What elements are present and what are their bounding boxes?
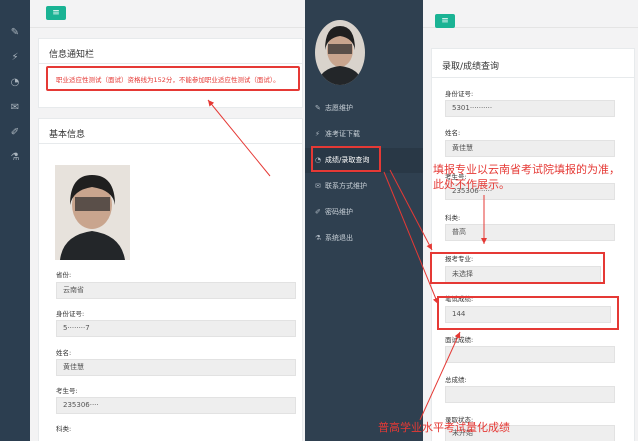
basic-info-title: 基本信息 (49, 130, 86, 140)
edit-icon: ✐ (315, 208, 321, 216)
left-sidebar: ✎ ⚡ ◔ ✉ ✐ ⚗ (0, 0, 30, 441)
flash-icon: ⚡ (315, 130, 320, 138)
pie-icon[interactable]: ◔ (0, 70, 30, 95)
nav-highlight-box (311, 146, 381, 172)
field-label: 总成绩: (445, 376, 467, 384)
edit-icon[interactable]: ✐ (0, 120, 30, 145)
exam-number-field: 235306···· (56, 397, 296, 414)
major-highlight-box (430, 252, 605, 284)
score-highlight-box (437, 296, 619, 330)
nav-sidebar: ✎ 志愿维护 ⚡ 准考证下载 ◔ 成绩/录取查询 ✉ 联系方式维护 ✐ 密码维护 ⚗ 系统退… (305, 0, 423, 441)
query-title: 录取/成绩查询 (442, 62, 500, 72)
field-label: 身份证号: (56, 310, 85, 318)
top-bar: ≡ (423, 0, 638, 28)
field-label: 姓名: (56, 349, 72, 357)
query-interview-score-field (445, 346, 615, 363)
field-label: 科类: (445, 214, 461, 222)
nav-item-admission-ticket[interactable]: ⚡ 准考证下载 (305, 122, 423, 147)
id-number-field: 5········7 (56, 320, 296, 337)
screenshot-root: ✎ ⚡ ◔ ✉ ✐ ⚗ ≡ 信息通知栏 基本信息 职业适应性测试（面试）资格线为… (0, 0, 638, 441)
query-total-score-field (445, 386, 615, 403)
mail-icon[interactable]: ✉ (0, 95, 30, 120)
notice-message: 职业适应性测试（面试）资格线为152分，不能参加职业适应性测试（面试）。 (56, 76, 280, 84)
nav-item-contact[interactable]: ✉ 联系方式维护 (305, 174, 423, 199)
top-bar: ≡ (30, 0, 308, 28)
mail-icon: ✉ (315, 182, 321, 190)
field-label: 科类: (56, 425, 72, 433)
avatar (315, 20, 365, 85)
query-name-field: 黄佳慧 (445, 140, 615, 157)
nav-item-logout[interactable]: ⚗ 系统退出 (305, 226, 423, 251)
student-photo (55, 165, 130, 260)
nav-item-password[interactable]: ✐ 密码维护 (305, 200, 423, 225)
pencil-icon[interactable]: ✎ (0, 20, 30, 45)
query-id-field: 5301·········· (445, 100, 615, 117)
field-label: 姓名: (445, 129, 461, 137)
province-field: 云南省 (56, 282, 296, 299)
query-category-field: 普高 (445, 224, 615, 241)
flask-icon: ⚗ (315, 234, 322, 242)
flask-icon[interactable]: ⚗ (0, 145, 30, 170)
score-annotation: 普高学业水平考试量化成绩 (378, 421, 510, 434)
major-annotation-line2: 此处不作展示。 (433, 178, 510, 191)
pencil-icon: ✎ (315, 104, 321, 112)
field-label: 省份: (56, 271, 72, 279)
major-annotation: 填报专业以云南省考试院填报的为准， (433, 163, 620, 176)
field-label: 身份证号: (445, 90, 474, 98)
nav-item-volunteer[interactable]: ✎ 志愿维护 (305, 96, 423, 121)
menu-toggle-button[interactable]: ≡ (46, 6, 66, 20)
name-field: 黄佳慧 (56, 359, 296, 376)
field-label: 考生号: (56, 387, 78, 395)
flash-icon[interactable]: ⚡ (0, 45, 30, 70)
notice-title: 信息通知栏 (49, 50, 95, 60)
field-label: 面试成绩: (445, 336, 474, 344)
menu-toggle-button[interactable]: ≡ (435, 14, 455, 28)
